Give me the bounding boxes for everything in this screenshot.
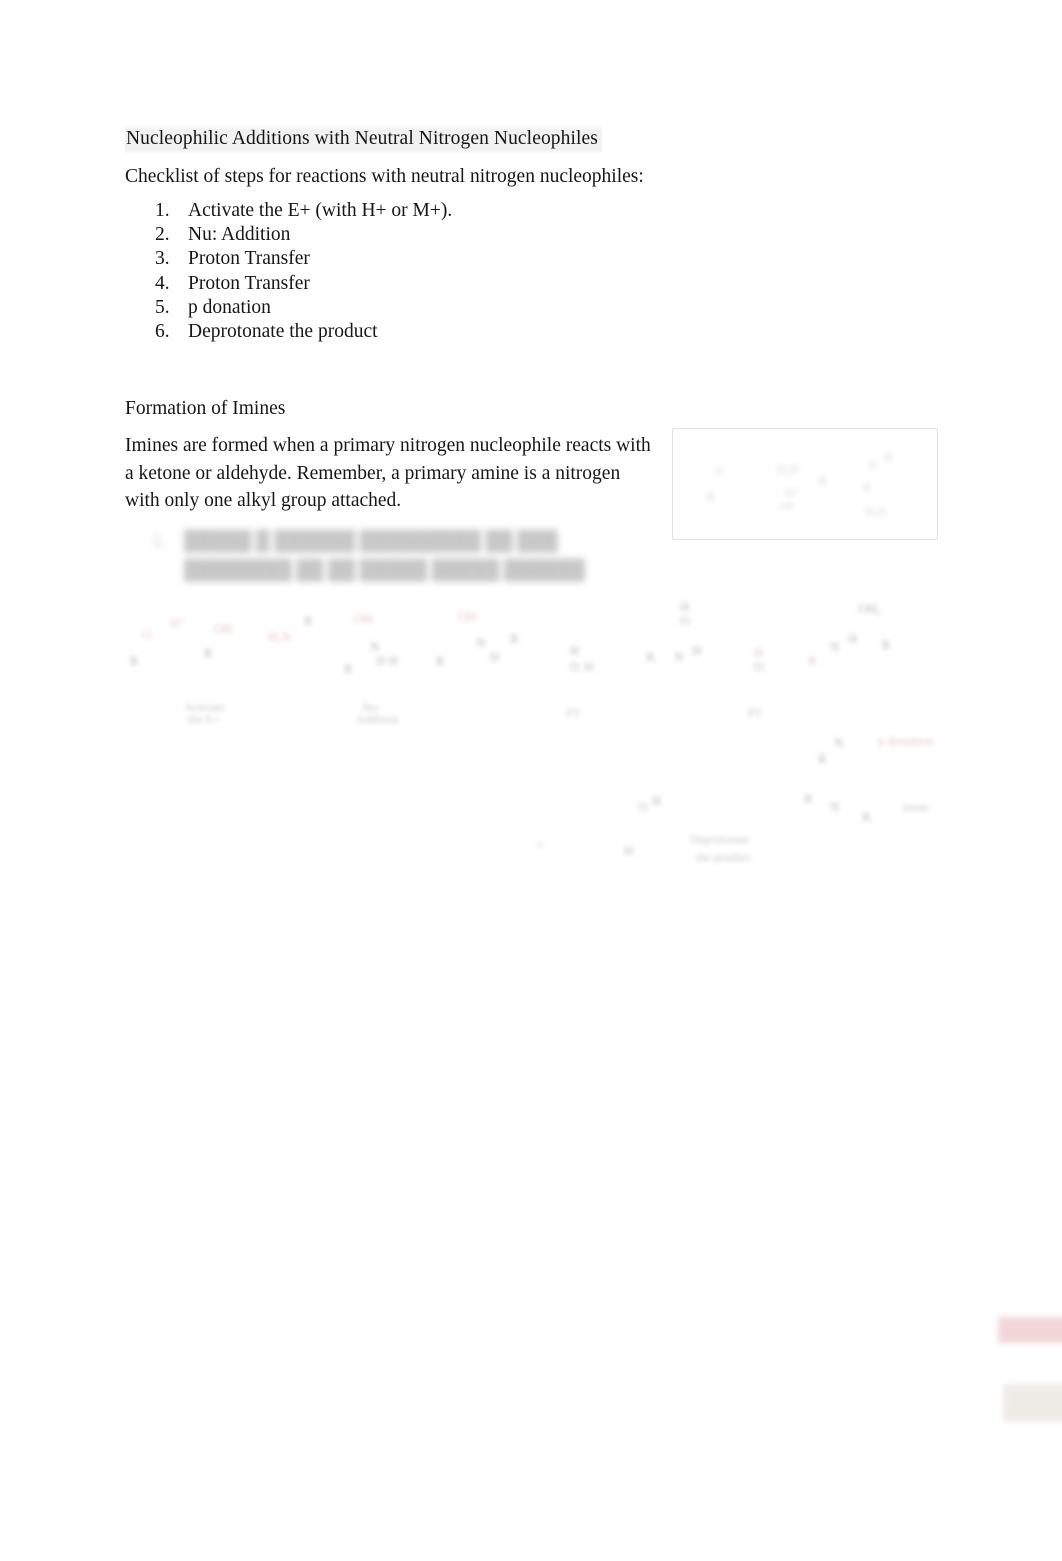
mechanism-mark: R — [344, 661, 353, 676]
mechanism-mark: R — [804, 791, 813, 806]
mechanism-mark: N — [830, 639, 840, 654]
mechanism-mark: the product — [696, 850, 751, 864]
mechanism-mark: R — [646, 649, 655, 664]
mechanism-mark: H — [490, 649, 500, 664]
mechanism-mark: PT — [748, 706, 763, 720]
mechanism-mark: N — [830, 799, 840, 814]
list-item-label: p donation — [188, 296, 271, 318]
mechanism-mark: Deprotonate — [690, 832, 750, 846]
mechanism-mark: H — [652, 793, 662, 808]
diagram-fragment: N — [869, 458, 878, 472]
diagram-fragment: cat. — [779, 498, 796, 512]
diagram-fragment: H₂O — [865, 504, 887, 518]
diagram-fragment: R — [863, 480, 872, 494]
list-item-number: 4. — [155, 272, 170, 294]
chemical-diagram-box: O R H₂N R H⁺ cat. N R R H₂O — [672, 428, 938, 540]
mechanism-mark: OH₂ — [858, 601, 882, 616]
mechanism-mark: N — [834, 735, 844, 750]
diagram-fragment: R — [885, 450, 894, 464]
mechanism-mark: OH — [354, 611, 373, 626]
mechanism-mark: H⁺ — [170, 615, 187, 630]
mechanism-mark: O — [680, 613, 690, 628]
mechanism-mark: N — [674, 649, 684, 664]
mechanism-mark: H H — [376, 653, 399, 668]
mechanism-mark: N — [370, 639, 380, 654]
section-heading-formation-of-imines: Formation of Imines — [125, 398, 286, 419]
body-paragraph: Imines are formed when a primary nitroge… — [125, 435, 651, 511]
mechanism-mark: O — [638, 799, 648, 814]
mechanism-mark: O — [754, 659, 764, 674]
mechanism-mark: O — [142, 627, 152, 642]
mechanism-mark: H — [570, 643, 580, 658]
diagram-fragment: R — [707, 490, 716, 504]
mechanism-mark: + — [536, 837, 544, 852]
mechanism-mark: N — [476, 635, 486, 650]
mechanism-mark: O — [570, 659, 580, 674]
mechanism-mark: the E+ — [188, 712, 220, 726]
list-item-number: 1. — [155, 200, 170, 221]
mechanism-mark: R — [204, 645, 213, 660]
mechanism-mark: OH — [458, 609, 477, 624]
list-item-label: Proton Transfer — [188, 272, 310, 294]
checklist: 1. Activate the E+ (with H+ or M+). 2. N… — [155, 199, 452, 344]
list-item-label: Deprotonate the product — [188, 321, 378, 343]
list-item-label: Proton Transfer — [188, 248, 310, 270]
blurred-list-item: 1. █████ █ ██████ █████████ ██ ███ █████… — [152, 527, 652, 585]
tan-highlight-box — [1003, 1384, 1062, 1422]
mechanism-mark: H — [848, 631, 858, 646]
mechanism-mark: R — [510, 631, 519, 646]
checklist-intro-line: Checklist of steps for reactions with ne… — [125, 166, 644, 187]
mechanism-mark: R — [818, 751, 827, 766]
red-highlight-annotation — [998, 1317, 1062, 1343]
mechanism-mark: R — [882, 637, 891, 652]
list-item: 5. p donation — [155, 296, 452, 320]
mechanism-mark: R — [436, 653, 445, 668]
list-item: 3. Proton Transfer — [155, 247, 452, 271]
mechanism-mark: H — [692, 643, 702, 658]
diagram-fragment: H₂N — [777, 462, 799, 476]
list-item-number: 5. — [155, 296, 170, 318]
mechanism-mark: p donation — [878, 733, 934, 748]
page-title: Nucleophilic Additions with Neutral Nitr… — [125, 125, 602, 154]
mechanism-mark: PT — [566, 706, 581, 720]
list-item-number: 6. — [155, 321, 170, 343]
list-item: 1. Activate the E+ (with H+ or M+). — [155, 199, 452, 223]
diagram-fragment: O — [715, 464, 724, 478]
mechanism-mark: R — [130, 653, 139, 668]
list-item: 4. Proton Transfer — [155, 272, 452, 296]
handwritten-mechanism-sketches: O H⁺ R R OH Activate the E+ H₂N R OH N H H R Nu: Addit… — [118, 588, 1062, 1422]
list-item-number: 3. — [155, 248, 170, 270]
list-item-label: Nu: Addition — [188, 224, 291, 246]
mechanism-mark: Addition — [356, 712, 399, 726]
list-item: 2. Nu: Addition — [155, 223, 452, 247]
list-item: 6. Deprotonate the product — [155, 320, 452, 344]
mechanism-mark: H — [754, 645, 764, 660]
blurred-list-item-number: 1. — [152, 531, 167, 552]
list-item-label: Activate the E+ (with H+ or M+). — [188, 200, 453, 221]
mechanism-mark: OH — [214, 621, 233, 636]
document-page: Nucleophilic Additions with Neutral Nitr… — [0, 0, 1062, 1561]
blurred-list-item-text: █████ █ ██████ █████████ ██ ███ ████████… — [184, 531, 585, 581]
mechanism-mark: H — [680, 599, 690, 614]
diagram-fragment: R — [819, 474, 828, 488]
mechanism-mark: R — [862, 809, 871, 824]
mechanism-mark: R — [808, 653, 817, 668]
mechanism-mark: H — [584, 659, 594, 674]
mechanism-mark: imine — [902, 800, 930, 814]
list-item-number: 2. — [155, 224, 170, 246]
mechanism-mark: H — [624, 843, 634, 858]
mechanism-mark: R — [304, 613, 313, 628]
mechanism-mark: H₂N — [268, 629, 292, 644]
